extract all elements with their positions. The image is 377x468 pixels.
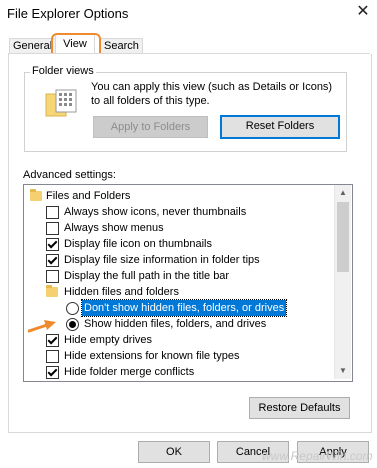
- radio-button[interactable]: [66, 318, 79, 331]
- list-item-label: Show hidden files, folders, and drives: [84, 318, 267, 330]
- checkbox[interactable]: [46, 206, 59, 219]
- tab-search[interactable]: Search: [100, 38, 143, 54]
- folder-views-icon: [45, 89, 77, 117]
- list-item-label: Hidden files and folders: [64, 286, 179, 298]
- annotation-arrow-icon: [28, 320, 56, 333]
- advanced-settings-list[interactable]: Files and Folders Always show icons, nev…: [23, 184, 353, 382]
- apply-to-folders-button[interactable]: Apply to Folders: [93, 116, 208, 138]
- checkbox[interactable]: [46, 254, 59, 267]
- checkbox[interactable]: [46, 334, 59, 347]
- watermark: www.RepairWin.com: [262, 449, 373, 463]
- list-item-label: Hide empty drives: [64, 334, 153, 346]
- radio-button[interactable]: [66, 302, 79, 315]
- list-item-label: Files and Folders: [46, 190, 131, 202]
- folder-icon: [30, 189, 42, 201]
- folder-icon: [46, 285, 58, 297]
- checkbox[interactable]: [46, 222, 59, 235]
- restore-defaults-button[interactable]: Restore Defaults: [249, 397, 350, 419]
- close-icon[interactable]: ✕: [355, 2, 371, 22]
- ok-button[interactable]: OK: [138, 441, 210, 463]
- scroll-thumb[interactable]: [337, 202, 349, 272]
- list-item-label: Display file icon on thumbnails: [64, 238, 212, 250]
- folder-views-label: Folder views: [30, 65, 96, 77]
- folder-views-description: You can apply this view (such as Details…: [91, 81, 333, 107]
- window-title: File Explorer Options: [7, 6, 129, 21]
- checkbox[interactable]: [46, 238, 59, 251]
- list-item-label: Display the full path in the title bar: [64, 270, 230, 282]
- checkbox[interactable]: [46, 350, 59, 363]
- scroll-down-icon[interactable]: ▼: [335, 363, 351, 379]
- list-item-label: Hide folder merge conflicts: [64, 366, 195, 378]
- tab-general[interactable]: General: [9, 38, 57, 54]
- list-item-label: Always show menus: [64, 222, 164, 234]
- list-item-label: Display file size information in folder …: [64, 254, 260, 266]
- scroll-up-icon[interactable]: ▲: [335, 185, 351, 201]
- reset-folders-button[interactable]: Reset Folders: [220, 115, 340, 139]
- advanced-scrollbar[interactable]: ▲ ▼: [334, 185, 351, 379]
- list-item-label: Don't show hidden files, folders, or dri…: [80, 299, 288, 317]
- list-item-label: Always show icons, never thumbnails: [64, 206, 247, 218]
- advanced-settings-label: Advanced settings:: [23, 169, 116, 181]
- checkbox[interactable]: [46, 270, 59, 283]
- list-item-label: Hide extensions for known file types: [64, 350, 240, 362]
- checkbox[interactable]: [46, 366, 59, 379]
